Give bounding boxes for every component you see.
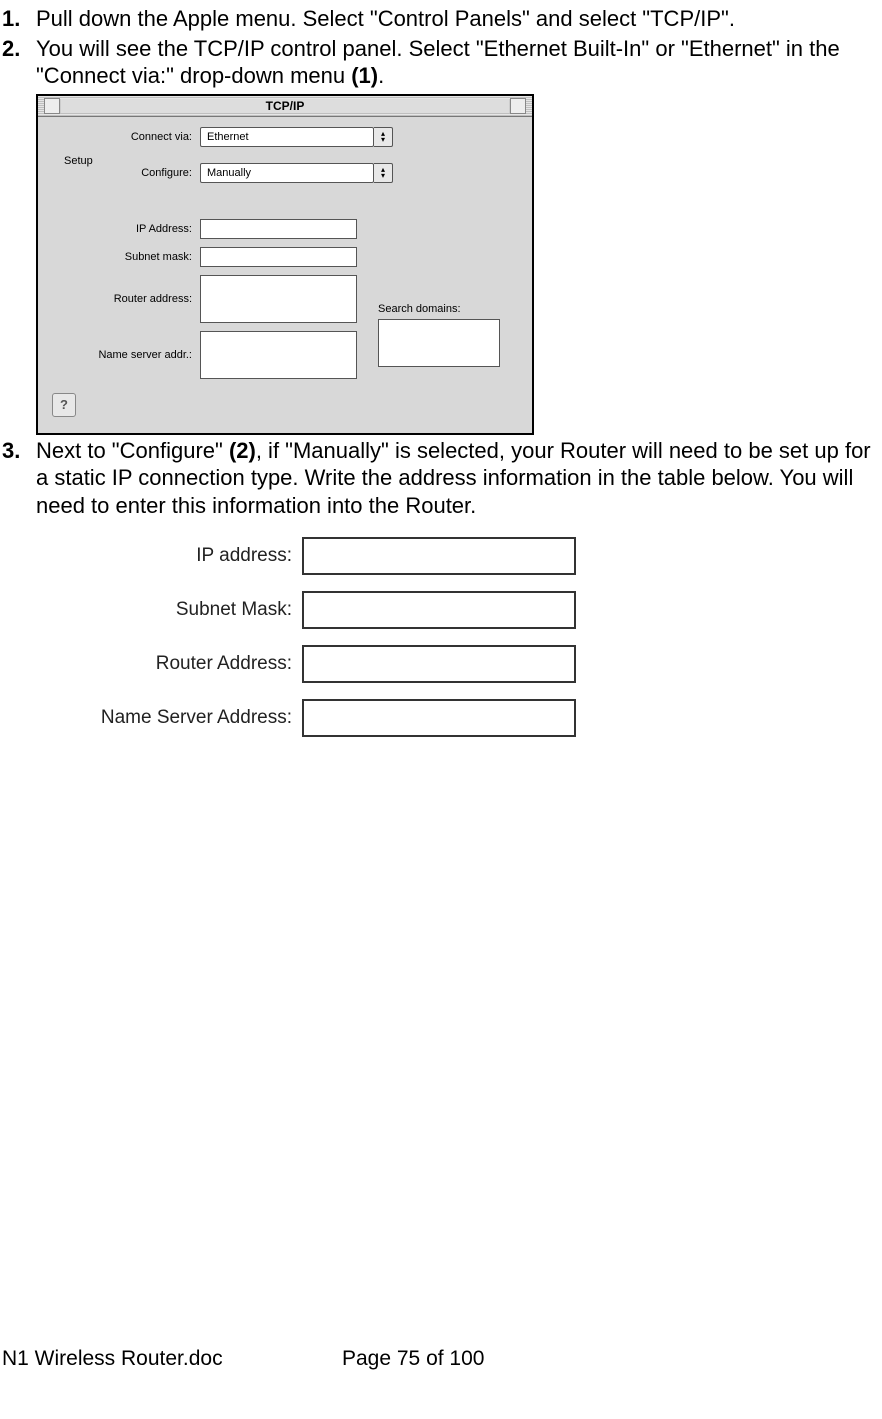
step-text: Pull down the Apple menu. Select "Contro…: [36, 5, 880, 33]
form-router-label: Router Address:: [82, 653, 302, 675]
window-body: Connect via: Ethernet ▴▾ Setup Configure…: [38, 117, 532, 433]
dropdown-arrows-icon: ▴▾: [374, 163, 393, 183]
search-domains-input[interactable]: [378, 319, 500, 367]
footer-page: Page 75 of 100: [342, 1347, 878, 1371]
search-domains-block: Search domains:: [378, 303, 500, 367]
subnet-input[interactable]: [200, 247, 357, 267]
router-label: Router address:: [52, 293, 200, 305]
configure-dropdown[interactable]: Manually ▴▾: [200, 163, 393, 183]
router-input[interactable]: [200, 275, 357, 323]
step-2: 2. You will see the TCP/IP control panel…: [2, 35, 880, 90]
configure-row: Configure: Manually ▴▾: [52, 163, 518, 183]
address-form: IP address: Subnet Mask: Router Address:…: [82, 537, 880, 737]
step-number: 1.: [2, 5, 36, 33]
nameserver-input[interactable]: [200, 331, 357, 379]
dropdown-arrows-icon: ▴▾: [374, 127, 393, 147]
form-router-row: Router Address:: [82, 645, 880, 683]
form-router-input[interactable]: [302, 645, 576, 683]
form-ns-input[interactable]: [302, 699, 576, 737]
subnet-row: Subnet mask:: [52, 247, 518, 267]
step-text: You will see the TCP/IP control panel. S…: [36, 35, 880, 90]
ip-address-row: IP Address:: [52, 219, 518, 239]
form-ip-input[interactable]: [302, 537, 576, 575]
instruction-list-cont: 3. Next to "Configure" (2), if "Manually…: [2, 437, 880, 520]
connect-via-dropdown[interactable]: Ethernet ▴▾: [200, 127, 393, 147]
instruction-list: 1. Pull down the Apple menu. Select "Con…: [2, 5, 880, 90]
search-domains-label: Search domains:: [378, 303, 500, 315]
footer-filename: N1 Wireless Router.doc: [2, 1347, 342, 1371]
configure-value: Manually: [200, 163, 374, 183]
configure-label: Configure:: [52, 167, 200, 179]
zoom-icon[interactable]: [510, 98, 526, 114]
help-icon[interactable]: ?: [52, 393, 76, 417]
subnet-label: Subnet mask:: [52, 251, 200, 263]
form-ns-label: Name Server Address:: [82, 707, 302, 729]
nameserver-label: Name server addr.:: [52, 349, 200, 361]
setup-legend: Setup: [60, 155, 97, 167]
close-icon[interactable]: [44, 98, 60, 114]
connect-via-value: Ethernet: [200, 127, 374, 147]
step-1: 1. Pull down the Apple menu. Select "Con…: [2, 5, 880, 33]
window-title: TCP/IP: [60, 99, 510, 113]
step-3: 3. Next to "Configure" (2), if "Manually…: [2, 437, 880, 520]
page-footer: N1 Wireless Router.doc Page 75 of 100: [2, 1347, 878, 1371]
form-ns-row: Name Server Address:: [82, 699, 880, 737]
tcpip-window: TCP/IP Connect via: Ethernet ▴▾ Setup Co…: [36, 94, 534, 435]
ip-address-label: IP Address:: [52, 223, 200, 235]
form-ip-row: IP address:: [82, 537, 880, 575]
window-titlebar: TCP/IP: [38, 96, 532, 117]
form-subnet-label: Subnet Mask:: [82, 599, 302, 621]
form-ip-label: IP address:: [82, 545, 302, 567]
step-text: Next to "Configure" (2), if "Manually" i…: [36, 437, 880, 520]
ip-address-input[interactable]: [200, 219, 357, 239]
form-subnet-input[interactable]: [302, 591, 576, 629]
step-number: 3.: [2, 437, 36, 520]
tcpip-panel-screenshot: TCP/IP Connect via: Ethernet ▴▾ Setup Co…: [36, 94, 880, 435]
form-subnet-row: Subnet Mask:: [82, 591, 880, 629]
document-page: 1. Pull down the Apple menu. Select "Con…: [0, 0, 882, 1419]
connect-via-label: Connect via:: [52, 131, 200, 143]
connect-via-row: Connect via: Ethernet ▴▾: [52, 127, 518, 147]
step-number: 2.: [2, 35, 36, 90]
